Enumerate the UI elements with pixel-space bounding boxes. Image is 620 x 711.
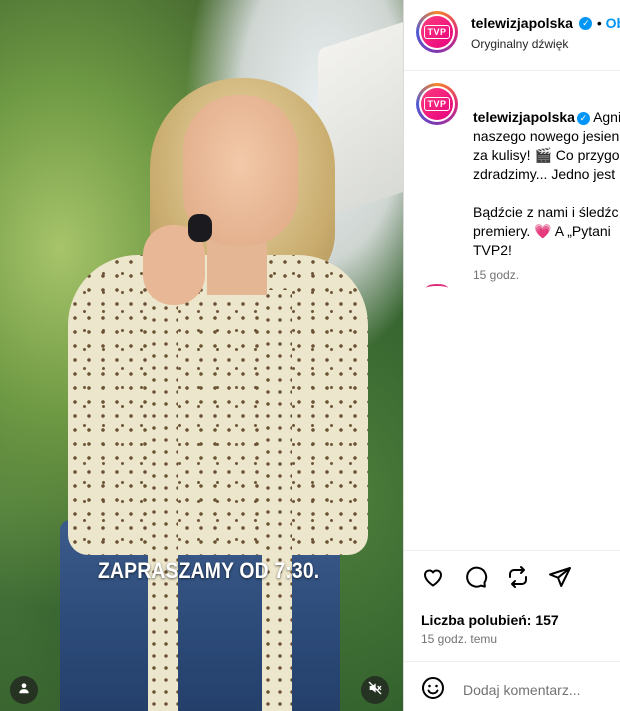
heart-icon (421, 565, 445, 594)
divider (404, 661, 620, 662)
comment-icon (464, 565, 488, 594)
share-icon (506, 565, 530, 594)
post-side-panel: TVP telewizjapolska ✓ • Ob Oryginalny dź… (403, 0, 620, 711)
caption-line: za kulisy! 🎬 Co przygo (473, 147, 620, 163)
user-tag-button[interactable] (10, 676, 38, 704)
caption-avatar-logo-text: TVP (424, 97, 450, 111)
caption-line: zdradzimy... Jedno jest (473, 166, 616, 182)
caption-line: premiery. 💗 A „Pytani (473, 223, 611, 239)
emoji-button[interactable] (420, 676, 446, 705)
like-button[interactable] (420, 566, 446, 592)
mute-icon (367, 680, 383, 701)
verified-icon: ✓ (579, 17, 593, 31)
presenter-blouse (68, 255, 368, 555)
mute-button[interactable] (361, 676, 389, 704)
comment-button[interactable] (463, 566, 489, 592)
caption-line: Agni (593, 109, 620, 125)
caption-line: TVP2! (473, 242, 512, 258)
remix-button[interactable] (505, 565, 531, 594)
avatar[interactable]: TVP (416, 11, 458, 53)
send-icon (548, 565, 572, 594)
avatar-logo-text: TVP (424, 25, 450, 39)
caption-verified-icon: ✓ (576, 111, 590, 125)
emoji-icon (421, 676, 445, 705)
header-username[interactable]: telewizjapolska (471, 15, 573, 31)
next-comment-avatar-edge (426, 284, 448, 292)
caption-line (473, 184, 620, 203)
video-caption: ZAPRASZAMY OD 7:30. (98, 558, 320, 583)
likes-count[interactable]: Liczba polubień: 157 (421, 612, 559, 628)
divider (404, 550, 620, 551)
audio-label[interactable]: Oryginalny dźwięk (471, 37, 568, 51)
microphone (188, 214, 212, 242)
caption-username[interactable]: telewizjapolska (473, 109, 575, 125)
dot-separator: • (596, 15, 606, 31)
caption-line: naszego nowego jesien (473, 128, 620, 144)
post-header: TVP telewizjapolska ✓ • Ob Oryginalny dź… (404, 0, 620, 71)
follow-button[interactable]: Ob (606, 15, 620, 31)
send-button[interactable] (547, 566, 573, 592)
caption-block: telewizjapolska ✓ Agni naszego nowego jes… (473, 89, 620, 282)
caption-timestamp: 15 godz. (473, 268, 520, 282)
scarf-end-right (262, 290, 292, 711)
comment-input[interactable]: Dodaj komentarz... (463, 682, 581, 698)
caption-line: Bądźcie z nami i śledźc (473, 204, 619, 220)
post-video[interactable]: ZAPRASZAMY OD 7:30. (0, 0, 403, 711)
scarf-end-left (148, 290, 178, 711)
post-time: 15 godz. temu (421, 632, 498, 646)
user-tag-icon (17, 681, 31, 700)
caption-avatar[interactable]: TVP (416, 83, 458, 125)
